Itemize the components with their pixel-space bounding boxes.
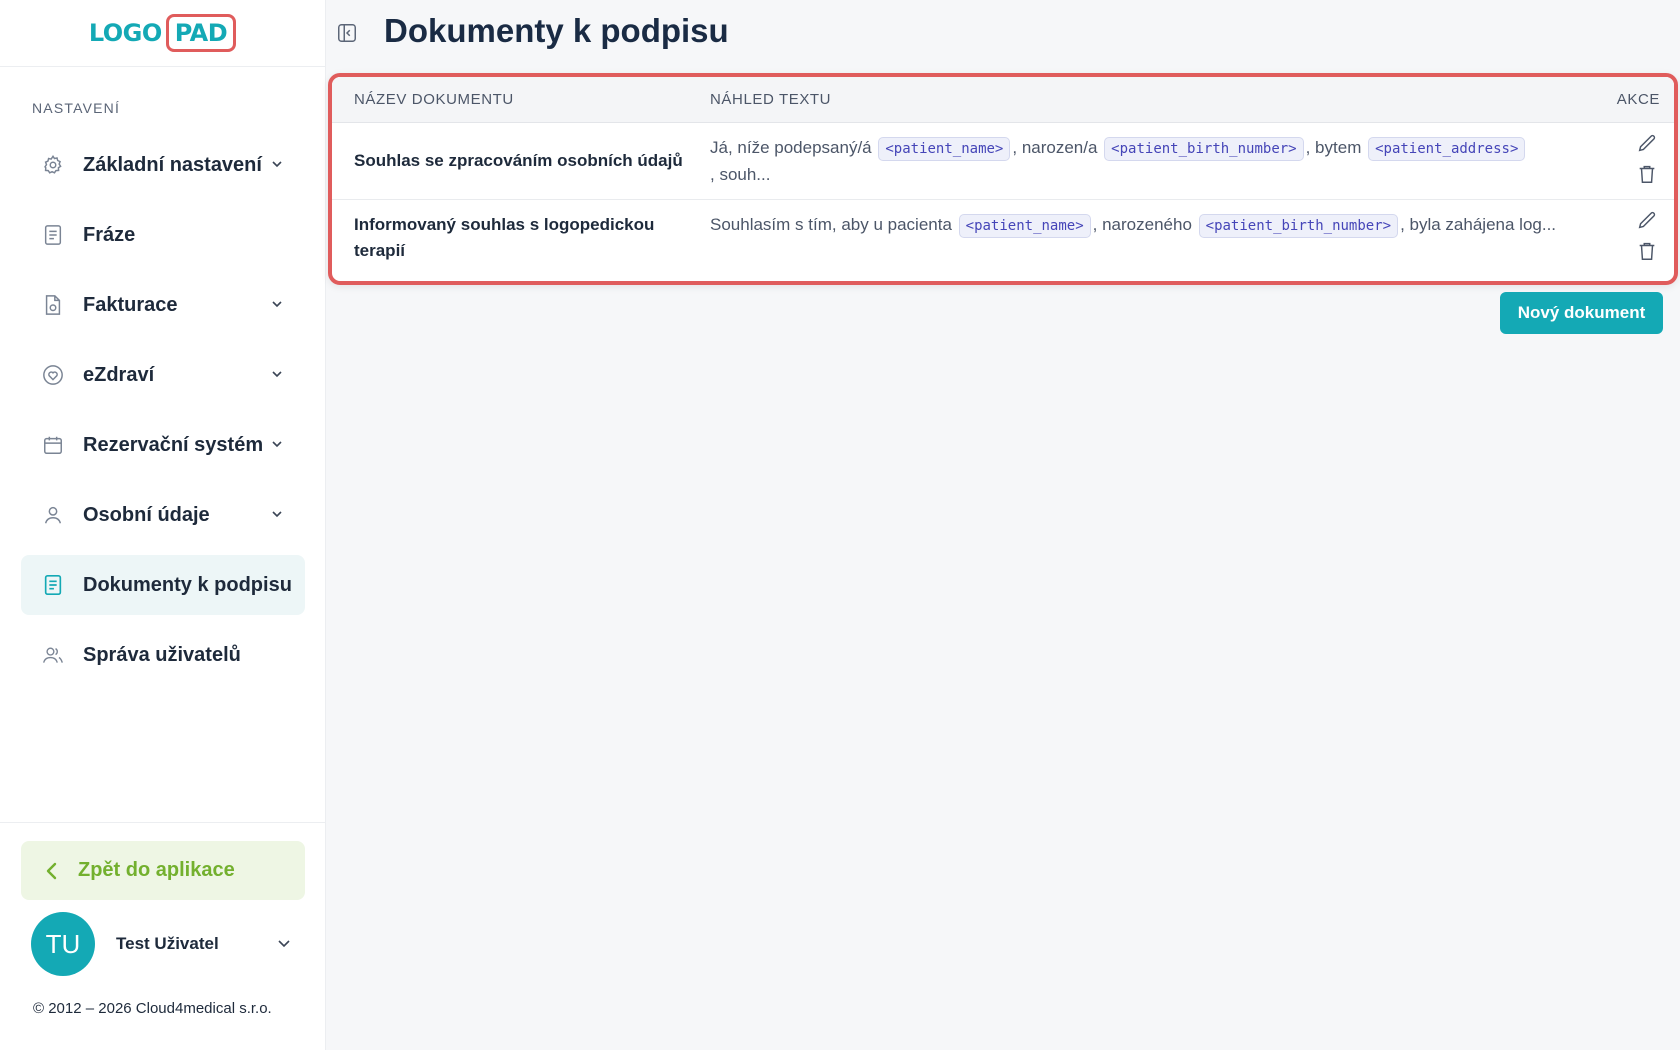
sidebar-item-fakturace[interactable]: Fakturace bbox=[21, 275, 305, 335]
preview-text: , narozen/a bbox=[1012, 138, 1098, 157]
document-preview: Já, níže podepsaný/á <patient_name>, nar… bbox=[710, 134, 1590, 188]
document-name[interactable]: Informovaný souhlas s logopedickou terap… bbox=[354, 212, 694, 264]
chevron-down-icon bbox=[278, 940, 290, 948]
sidebar-item-label: Osobní údaje bbox=[83, 503, 210, 526]
sidebar-item-label: Rezervační systém bbox=[83, 433, 264, 456]
calendar-icon bbox=[42, 434, 64, 456]
edit-pencil-icon[interactable] bbox=[1636, 133, 1658, 155]
placeholder-tag: <patient_name> bbox=[878, 137, 1011, 161]
sidebar-item-label: Základní nastavení bbox=[83, 153, 262, 176]
sidebar-item-label: Dokumenty k podpisu bbox=[83, 573, 292, 596]
sidebar: LOGO PAD NASTAVENÍ Základní nastavení Fr… bbox=[0, 0, 326, 1050]
new-document-button[interactable]: Nový dokument bbox=[1500, 292, 1663, 334]
document-lines-icon bbox=[42, 574, 64, 596]
user-name: Test Uživatel bbox=[116, 934, 219, 953]
edit-pencil-icon[interactable] bbox=[1636, 210, 1658, 232]
sidebar-divider bbox=[0, 822, 326, 823]
sidebar-item-label: Správa uživatelů bbox=[83, 643, 241, 666]
document-name[interactable]: Souhlas se zpracováním osobních údajů bbox=[354, 148, 694, 174]
row-actions bbox=[1636, 210, 1660, 270]
user-icon bbox=[42, 504, 64, 526]
gear-icon bbox=[42, 154, 64, 176]
preview-text: , byla zahájena log... bbox=[1400, 215, 1557, 234]
chevron-down-icon bbox=[272, 511, 282, 518]
avatar: TU bbox=[31, 912, 95, 976]
preview-text: , bytem bbox=[1305, 138, 1362, 157]
user-menu[interactable]: TU Test Uživatel bbox=[31, 912, 291, 976]
document-lines-icon bbox=[42, 224, 64, 246]
placeholder-tag: <patient_birth_number> bbox=[1104, 137, 1304, 161]
placeholder-tag: <patient_birth_number> bbox=[1198, 214, 1399, 238]
sidebar-collapse-icon bbox=[338, 24, 356, 42]
preview-text: Já, níže podepsaný/á bbox=[710, 138, 872, 157]
table-row[interactable]: Souhlas se zpracováním osobních údajů Já… bbox=[332, 123, 1674, 200]
table-header: NÁZEV DOKUMENTU NÁHLED TEXTU AKCE bbox=[332, 77, 1674, 123]
chevron-down-icon bbox=[272, 161, 282, 168]
sidebar-item-zakladni-nastaveni[interactable]: Základní nastavení bbox=[21, 135, 305, 195]
back-to-app-label: Zpět do aplikace bbox=[78, 859, 235, 881]
preview-text: , narozeného bbox=[1092, 215, 1192, 234]
document-preview: Souhlasím s tím, aby u pacienta <patient… bbox=[710, 211, 1590, 238]
logo-text-logo: LOGO bbox=[88, 19, 162, 47]
copyright: © 2012 – 2026 Cloud4medical s.r.o. bbox=[33, 1000, 272, 1017]
trash-icon[interactable] bbox=[1636, 240, 1658, 262]
sidebar-item-dokumenty-k-podpisu[interactable]: Dokumenty k podpisu bbox=[21, 555, 305, 615]
chevron-left-icon bbox=[46, 862, 57, 879]
back-to-app-button[interactable]: Zpět do aplikace bbox=[21, 841, 305, 900]
sidebar-item-sprava-uzivatelu[interactable]: Správa uživatelů bbox=[21, 625, 305, 685]
chevron-down-icon bbox=[272, 301, 282, 308]
chevron-down-icon bbox=[272, 441, 282, 448]
preview-text: , souh... bbox=[710, 165, 771, 184]
sidebar-item-ezdravi[interactable]: eZdraví bbox=[21, 345, 305, 405]
sidebar-item-label: Fráze bbox=[83, 223, 136, 246]
sidebar-item-rezervacni-system[interactable]: Rezervační systém bbox=[21, 415, 305, 475]
preview-text: Souhlasím s tím, aby u pacienta bbox=[710, 215, 952, 234]
sidebar-nav: Základní nastavení Fráze Fakturace eZdra… bbox=[21, 135, 305, 695]
invoice-icon bbox=[42, 294, 64, 316]
sidebar-item-label: Fakturace bbox=[83, 293, 178, 316]
logo-area: LOGO PAD bbox=[0, 0, 325, 67]
placeholder-tag: <patient_name> bbox=[958, 214, 1091, 238]
sidebar-item-osobni-udaje[interactable]: Osobní údaje bbox=[21, 485, 305, 545]
sidebar-item-label: eZdraví bbox=[83, 363, 155, 386]
sidebar-item-fraze[interactable]: Fráze bbox=[21, 205, 305, 265]
heart-circle-icon bbox=[42, 364, 64, 386]
section-label: NASTAVENÍ bbox=[32, 100, 121, 116]
users-icon bbox=[42, 644, 64, 666]
placeholder-tag: <patient_address> bbox=[1368, 137, 1526, 161]
column-header-actions: AKCE bbox=[1616, 91, 1660, 108]
page-title: Dokumenty k podpisu bbox=[384, 12, 729, 49]
collapse-sidebar-button[interactable] bbox=[336, 22, 358, 44]
chevron-down-icon bbox=[272, 371, 282, 378]
column-header-name: NÁZEV DOKUMENTU bbox=[354, 91, 514, 108]
logo-text-pad: PAD bbox=[165, 14, 237, 52]
table-row[interactable]: Informovaný souhlas s logopedickou terap… bbox=[332, 200, 1674, 277]
column-header-preview: NÁHLED TEXTU bbox=[710, 91, 832, 108]
logo[interactable]: LOGO PAD bbox=[88, 14, 237, 52]
row-actions bbox=[1636, 133, 1660, 193]
trash-icon[interactable] bbox=[1636, 163, 1658, 185]
documents-table: NÁZEV DOKUMENTU NÁHLED TEXTU AKCE Souhla… bbox=[328, 73, 1678, 285]
